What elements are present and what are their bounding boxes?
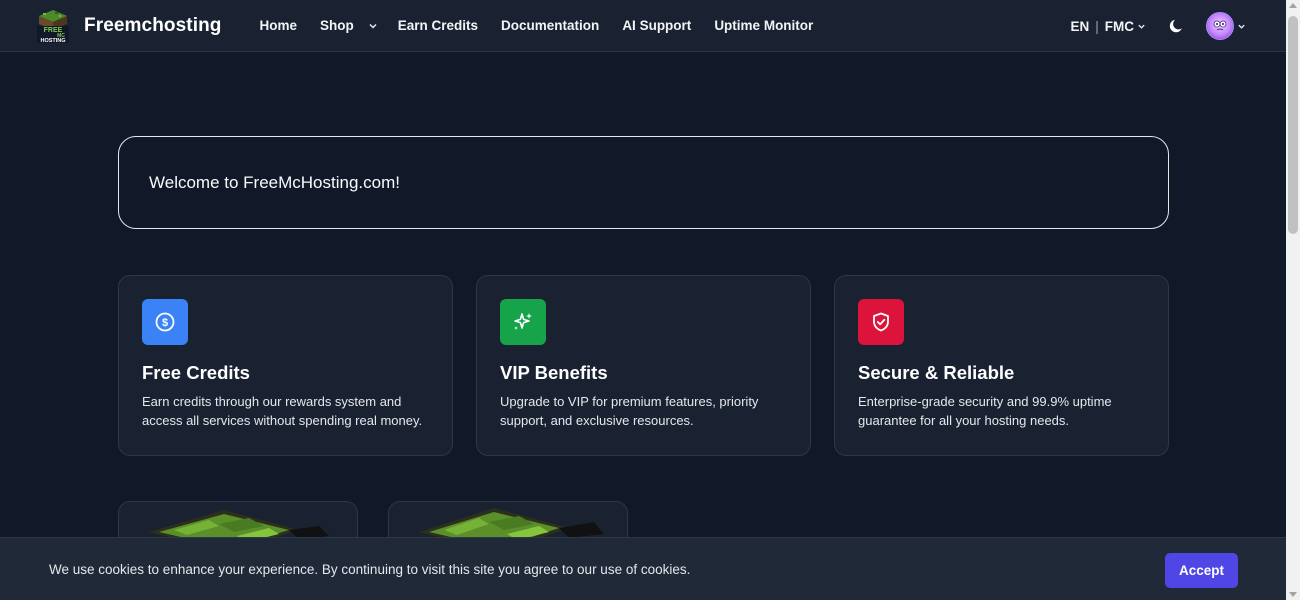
shield-check-icon bbox=[858, 299, 904, 345]
currency-label: FMC bbox=[1104, 18, 1134, 34]
nav-uptime-monitor[interactable]: Uptime Monitor bbox=[714, 18, 813, 33]
card-description: Enterprise-grade security and 99.9% upti… bbox=[858, 394, 1112, 428]
feature-card-secure-reliable: Secure & Reliable Enterprise-grade secur… bbox=[834, 275, 1169, 456]
nav-earn-credits[interactable]: Earn Credits bbox=[398, 18, 478, 33]
chevron-down-icon bbox=[1238, 24, 1245, 29]
separator: | bbox=[1095, 18, 1099, 34]
nav-shop[interactable]: Shop bbox=[320, 18, 378, 33]
top-navbar: FREE MC HOSTING Freemchosting Home Shop … bbox=[0, 0, 1286, 52]
avatar bbox=[1206, 12, 1234, 40]
nav-shop-label: Shop bbox=[320, 18, 354, 33]
chevron-down-icon bbox=[369, 23, 377, 29]
feature-card-vip-benefits: VIP Benefits Upgrade to VIP for premium … bbox=[476, 275, 811, 456]
scrollbar[interactable] bbox=[1286, 0, 1300, 600]
chevron-down-icon bbox=[1138, 24, 1145, 29]
nav-ai-support[interactable]: AI Support bbox=[622, 18, 691, 33]
nav-documentation[interactable]: Documentation bbox=[501, 18, 599, 33]
welcome-banner: Welcome to FreeMcHosting.com! bbox=[118, 136, 1169, 229]
user-menu[interactable] bbox=[1206, 12, 1246, 40]
accept-cookies-button[interactable]: Accept bbox=[1165, 553, 1238, 588]
nav-home[interactable]: Home bbox=[260, 18, 298, 33]
card-description: Upgrade to VIP for premium features, pri… bbox=[500, 394, 759, 428]
svg-text:HOSTING: HOSTING bbox=[40, 38, 65, 44]
nav-links: Home Shop Earn Credits Documentation AI … bbox=[260, 18, 837, 33]
brand[interactable]: FREE MC HOSTING Freemchosting bbox=[35, 8, 222, 44]
nav-earn-credits-label: Earn Credits bbox=[397, 18, 479, 33]
card-title: Secure & Reliable bbox=[858, 362, 1015, 383]
nav-ai-support-label: AI Support bbox=[622, 18, 692, 33]
welcome-text: Welcome to FreeMcHosting.com! bbox=[149, 172, 400, 192]
cookie-text: We use cookies to enhance your experienc… bbox=[49, 561, 691, 577]
nav-right: EN | FMC bbox=[1070, 0, 1246, 52]
nav-uptime-monitor-label: Uptime Monitor bbox=[714, 18, 814, 33]
card-title: VIP Benefits bbox=[500, 362, 608, 383]
feature-card-free-credits: $ Free Credits Earn credits through our … bbox=[118, 275, 453, 456]
scroll-up-arrow-icon[interactable] bbox=[1289, 3, 1297, 8]
language-label: EN bbox=[1070, 18, 1090, 34]
svg-text:$: $ bbox=[162, 317, 168, 329]
moon-icon[interactable] bbox=[1168, 17, 1186, 35]
card-title: Free Credits bbox=[142, 362, 250, 383]
language-currency-selector[interactable]: EN | FMC bbox=[1070, 19, 1146, 34]
logo-icon: FREE MC HOSTING bbox=[35, 8, 71, 44]
card-description: Earn credits through our rewards system … bbox=[142, 394, 423, 428]
cookie-banner: We use cookies to enhance your experienc… bbox=[0, 537, 1286, 600]
scroll-down-arrow-icon[interactable] bbox=[1289, 592, 1297, 597]
scroll-thumb[interactable] bbox=[1288, 16, 1298, 234]
dollar-circle-icon: $ bbox=[142, 299, 188, 345]
nav-documentation-label: Documentation bbox=[501, 18, 600, 33]
nav-home-label: Home bbox=[259, 18, 298, 33]
brand-name: Freemchosting bbox=[84, 14, 222, 36]
sparkles-icon bbox=[500, 299, 546, 345]
avatar-face-icon bbox=[1213, 20, 1227, 31]
